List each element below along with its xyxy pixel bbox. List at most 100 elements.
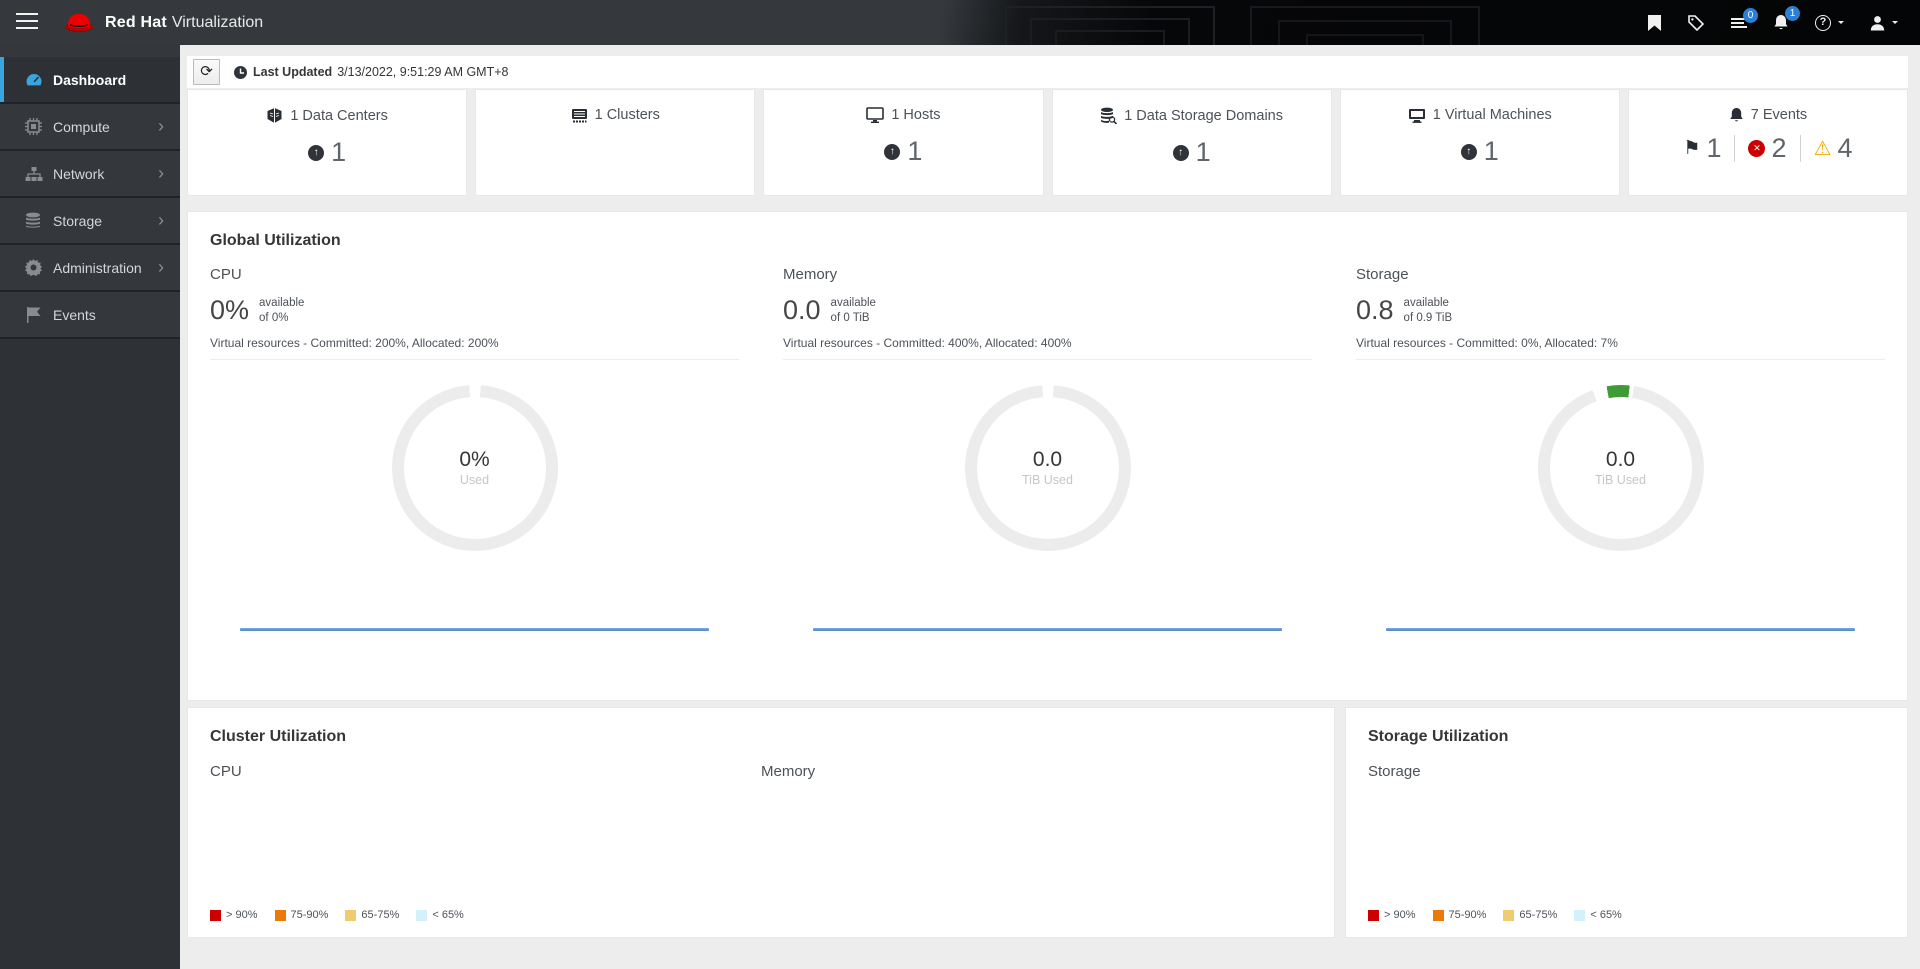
sidebar-item-administration[interactable]: Administration › [0,245,180,292]
virtual-machines-icon [1408,108,1426,123]
divider [1799,135,1801,162]
header-pattern [1055,30,1165,45]
card-label: 1 Virtual Machines [1432,107,1552,123]
memory-heading: Memory [783,266,838,283]
refresh-toolbar: ⟳ Last Updated 3/13/2022, 9:51:29 AM GMT… [187,56,1908,88]
notifications-button[interactable]: 1 [1773,6,1800,31]
arrow-up-icon: ↑ [1172,144,1189,161]
sidebar-item-network[interactable]: Network › [0,151,180,198]
card-label: 1 Hosts [891,107,941,123]
storage-donut-label: TiB Used [1595,473,1646,488]
hosts-count-link[interactable]: ↑ 1 [764,138,1042,165]
brand-product: Virtualization [171,13,264,31]
bookmark-button[interactable] [1648,14,1661,31]
global-utilization-panel: Global Utilization CPU 0% available of 0… [187,211,1908,701]
events-errors-link[interactable]: ✕ 2 [1748,133,1787,163]
legend-label: > 90% [1384,909,1416,921]
legend-label: < 65% [1590,909,1622,921]
header-pattern [1306,34,1424,45]
errors-count: 2 [1771,133,1787,163]
memory-sparkline-chart [813,627,1282,631]
network-sitemap-icon [25,166,53,182]
events-flag-icon [25,306,53,323]
storage-available-value: 0.8 [1356,295,1394,325]
events-warnings-link[interactable]: ⚠ 4 [1814,135,1853,162]
tags-button[interactable] [1687,14,1705,31]
divider [783,358,1312,360]
tasks-badge: 0 [1743,7,1758,23]
storage-donut-chart: 0.0 TiB Used [1537,384,1704,551]
count-value: 1 [1195,137,1211,167]
chevron-right-icon: › [158,116,164,136]
storage-domains-icon [1100,107,1118,124]
capacity-label: of 0% [259,311,289,324]
sidebar-item-events[interactable]: Events [0,292,180,339]
arrow-up-icon: ↑ [1460,143,1477,160]
error-circle-icon: ✕ [1748,140,1766,157]
card-virtual-machines: 1 Virtual Machines ↑ 1 [1339,89,1620,196]
administration-gear-icon [25,259,53,276]
hamburger-menu-icon[interactable] [16,13,38,31]
virtual-machines-count-link[interactable]: ↑ 1 [1341,138,1619,165]
user-icon [1870,15,1885,30]
legend-label: 75-90% [1448,909,1487,921]
help-icon: ? [1815,14,1831,31]
storage-utilization-title: Storage Utilization [1368,728,1509,745]
legend-label: 75-90% [290,909,329,921]
flag-icon: ⚑ [1683,138,1701,159]
cpu-donut-value: 0% [459,448,490,472]
last-updated-label: Last Updated [253,65,333,79]
data-centers-count-link[interactable]: ↑ 1 [188,139,466,166]
dashboard-gauge-icon [25,72,53,88]
divider [1356,358,1885,360]
legend-swatch [1503,909,1515,921]
brand-logo[interactable]: Red Hat Virtualization [62,0,263,45]
sidebar-item-label: Events [53,306,96,323]
sidebar-item-storage[interactable]: Storage › [0,198,180,245]
refresh-button[interactable]: ⟳ [193,59,220,85]
tasks-button[interactable]: 0 [1731,7,1758,30]
memory-virtual-resources: Virtual resources - Committed: 400%, All… [783,335,1072,350]
legend-label: > 90% [226,909,258,921]
chevron-down-icon [1892,21,1898,27]
global-storage-column: Storage 0.8 available of 0.9 TiB Virtual… [1356,266,1885,631]
global-memory-column: Memory 0.0 available of 0 TiB Virtual re… [783,266,1312,631]
sidebar-item-label: Administration [53,259,142,276]
sidebar-item-label: Storage [53,212,103,229]
user-menu-button[interactable] [1870,15,1898,31]
heatmap-legend: > 90% 75-90% 65-75% < 65% [1368,909,1622,921]
tag-icon [1688,14,1705,31]
storage-label: Storage [1368,763,1421,780]
legend-swatch [210,909,221,921]
memory-donut-value: 0.0 [1032,448,1063,472]
divider [210,358,739,360]
count-value: 1 [907,136,923,166]
legend-swatch [1574,909,1586,921]
heatmap-legend: > 90% 75-90% 65-75% < 65% [210,909,464,921]
sidebar-item-dashboard[interactable]: Dashboard [0,57,180,104]
storage-utilization-panel: Storage Utilization Storage > 90% 75-90%… [1345,707,1908,938]
last-updated: Last Updated 3/13/2022, 9:51:29 AM GMT+8 [234,65,508,79]
alerts-count: 1 [1706,133,1722,163]
cpu-virtual-resources: Virtual resources - Committed: 200%, All… [210,335,499,350]
memory-donut-chart: 0.0 TiB Used [964,384,1131,551]
card-hosts: 1 Hosts ↑ 1 [763,89,1044,196]
help-menu-button[interactable]: ? [1815,14,1844,31]
sidebar-item-compute[interactable]: Compute › [0,104,180,151]
card-events: 7 Events ⚑ 1 ✕ 2 ⚠ 4 [1627,89,1909,196]
events-alerts-link[interactable]: ⚑ 1 [1683,135,1721,162]
events-bell-icon [1729,107,1744,123]
warning-triangle-icon: ⚠ [1813,137,1832,160]
card-data-centers: 1 Data Centers ↑ 1 [187,89,468,196]
sidebar-item-label: Network [53,165,105,182]
storage-donut-value: 0.0 [1605,448,1636,472]
legend-swatch [274,909,286,921]
count-value: 1 [1483,136,1499,166]
sidebar-item-label: Dashboard [53,71,127,88]
cluster-utilization-title: Cluster Utilization [210,728,347,745]
count-value: 1 [331,137,347,167]
bookmark-icon [1648,14,1661,31]
inventory-cards: 1 Data Centers ↑ 1 1 Clusters 1 Hosts ↑ … [187,89,1909,196]
storage-domains-count-link[interactable]: ↑ 1 [1053,139,1331,166]
legend-swatch [1432,909,1444,921]
